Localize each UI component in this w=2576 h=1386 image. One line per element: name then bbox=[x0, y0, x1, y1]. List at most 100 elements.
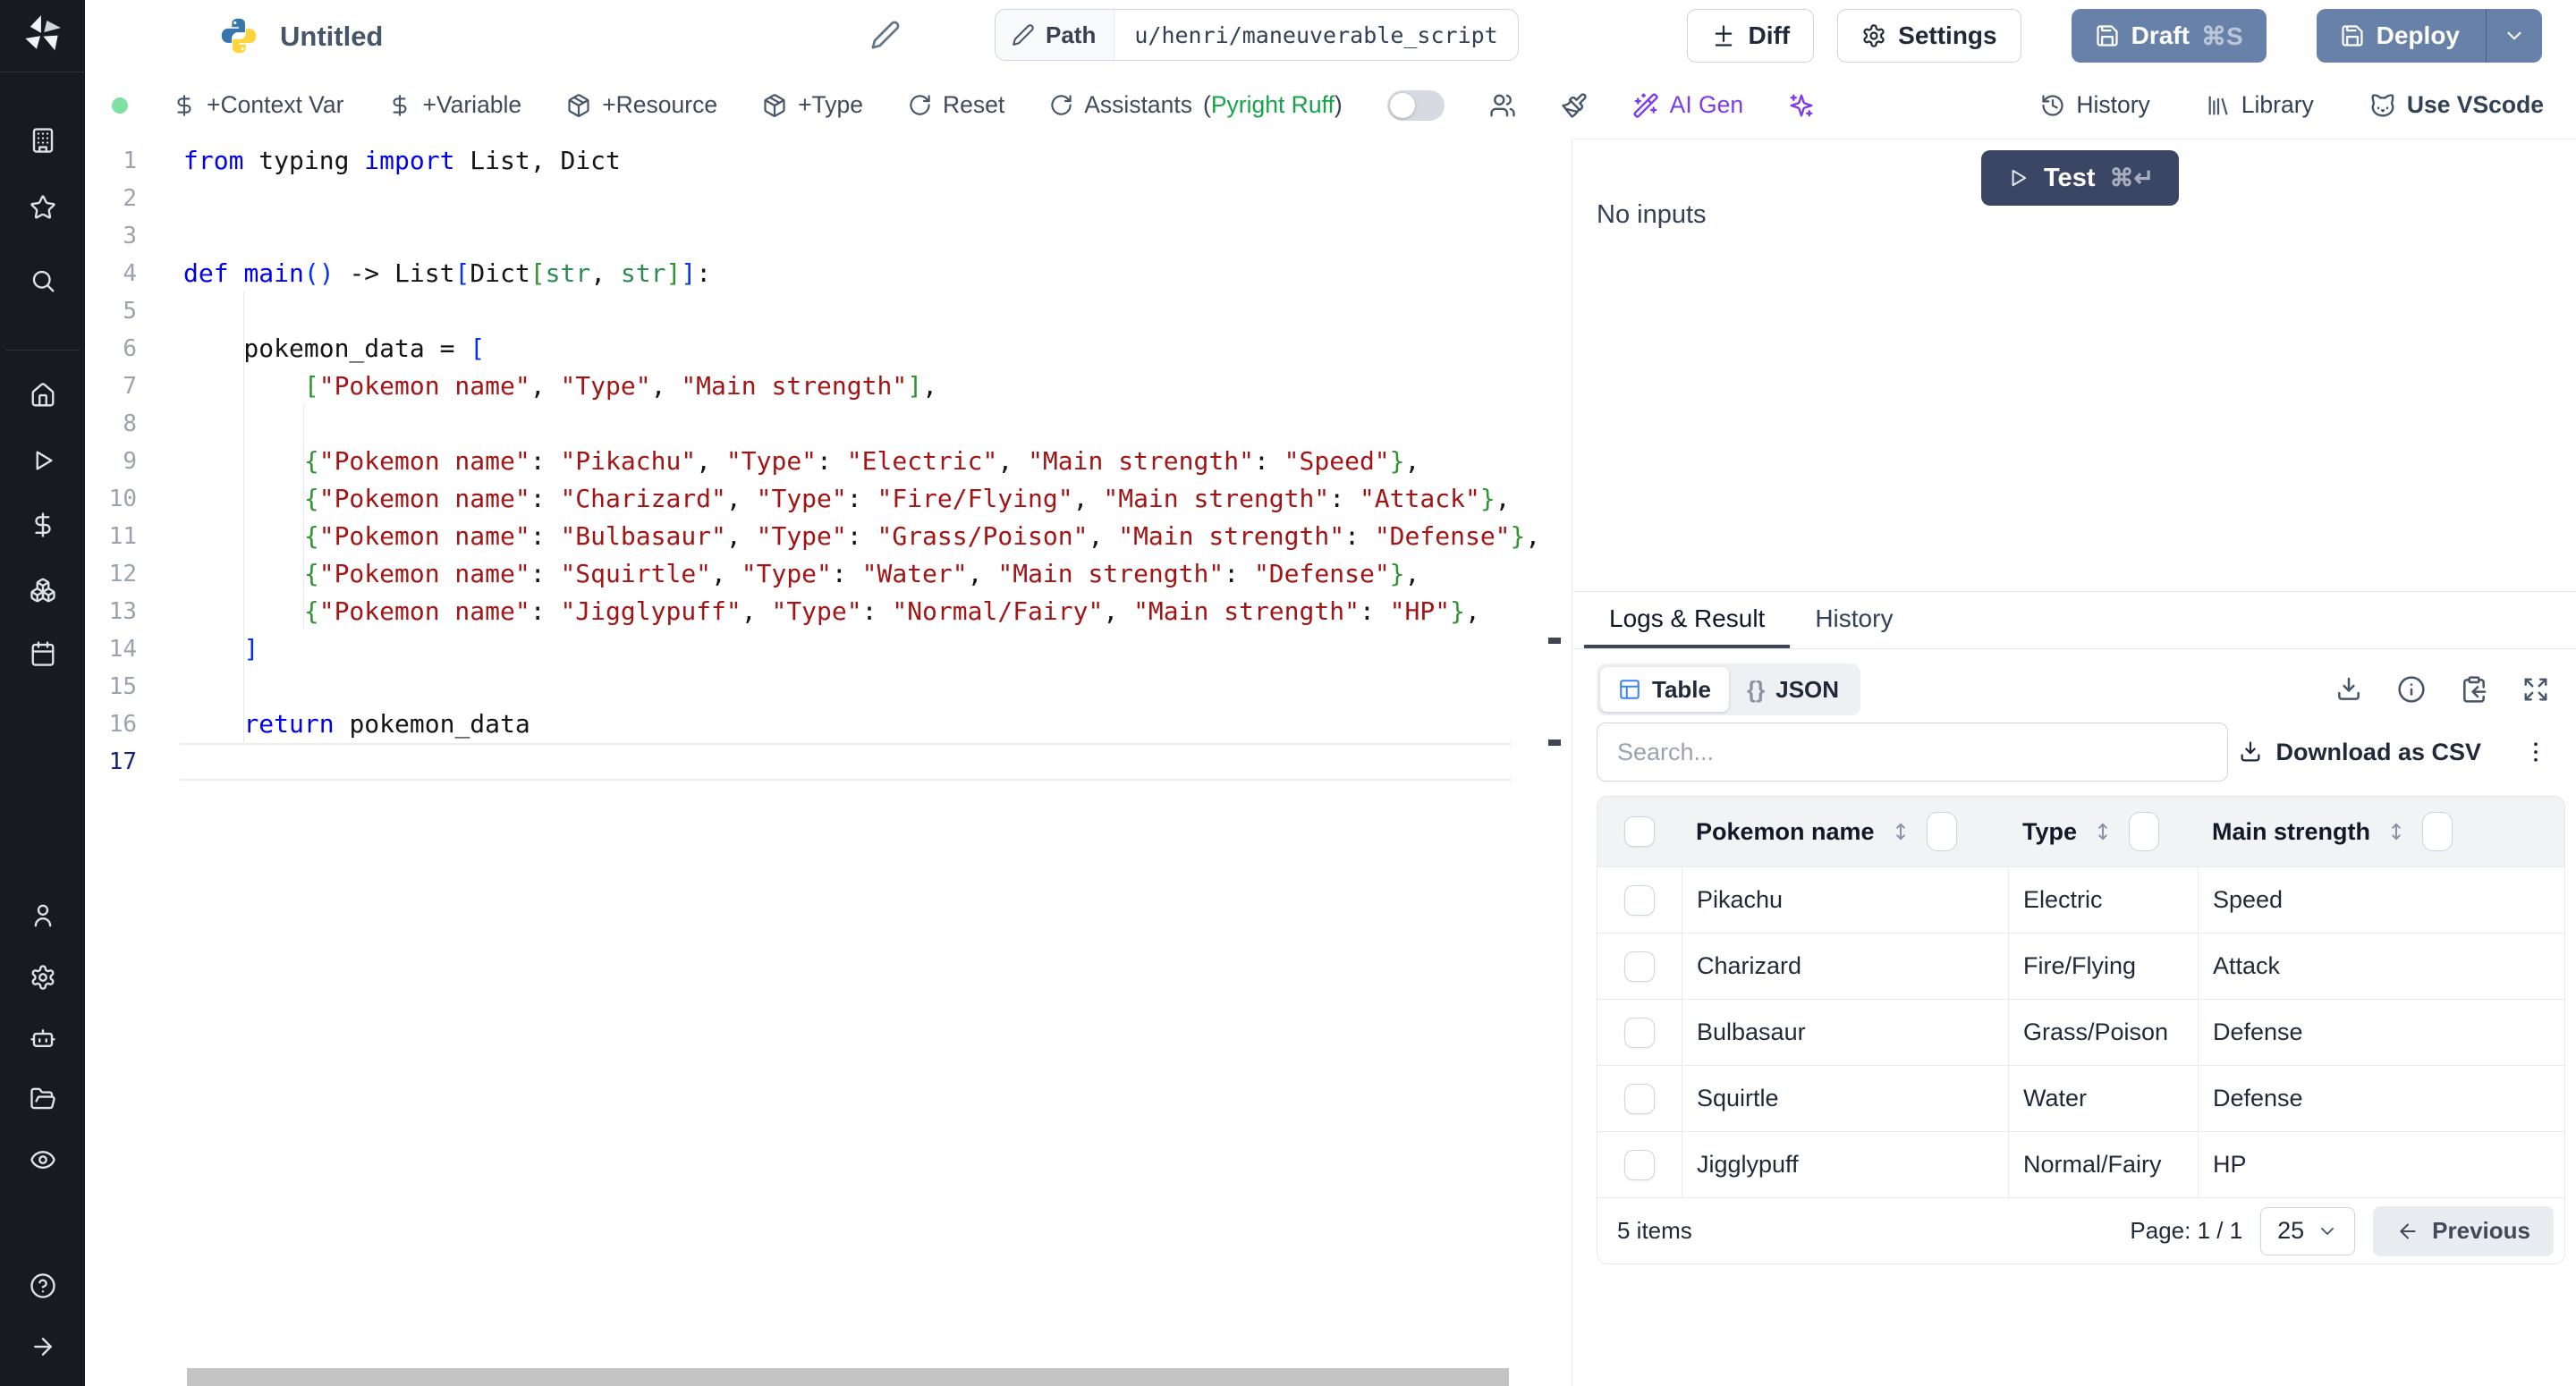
right-panel: Test ⌘↵ No inputs Logs & Result History … bbox=[1573, 139, 2576, 1386]
users-icon bbox=[1489, 92, 1516, 119]
folders-icon[interactable] bbox=[0, 1086, 85, 1112]
table-row[interactable]: SquirtleWaterDefense bbox=[1597, 1065, 2564, 1131]
reset-button[interactable]: Reset bbox=[908, 91, 1004, 119]
sort-icon[interactable] bbox=[2091, 820, 2114, 843]
tab-history[interactable]: History bbox=[1790, 592, 1918, 648]
add-context-var-button[interactable]: +Context Var bbox=[173, 91, 343, 119]
table-row[interactable]: PikachuElectricSpeed bbox=[1597, 866, 2564, 933]
horizontal-scrollbar[interactable] bbox=[187, 1368, 1509, 1386]
audit-logs-icon[interactable] bbox=[0, 1146, 85, 1173]
history-button[interactable]: History bbox=[2040, 91, 2149, 119]
sort-icon[interactable] bbox=[2385, 820, 2408, 843]
library-button[interactable]: Library bbox=[2206, 91, 2314, 119]
workspace-icon[interactable] bbox=[0, 127, 85, 154]
code-line[interactable] bbox=[85, 405, 1572, 443]
wand-icon bbox=[1632, 92, 1659, 119]
search-icon[interactable] bbox=[0, 267, 85, 294]
download-result-icon[interactable] bbox=[2334, 675, 2363, 704]
variables-icon[interactable] bbox=[0, 511, 85, 538]
code-line[interactable]: {"Pokemon name": "Charizard", "Type": "F… bbox=[85, 480, 1572, 518]
search-input[interactable] bbox=[1597, 723, 2228, 782]
table-footer: 5 items Page: 1 / 1 25 Previous bbox=[1597, 1197, 2564, 1263]
paintbrush-icon bbox=[1561, 92, 1588, 119]
edit-title-pencil-icon[interactable] bbox=[870, 20, 901, 55]
expand-icon[interactable] bbox=[2522, 676, 2549, 703]
row-checkbox[interactable] bbox=[1624, 951, 1655, 982]
schedules-icon[interactable] bbox=[0, 640, 85, 667]
column-filter-toggle[interactable] bbox=[2422, 812, 2453, 851]
table-menu-icon[interactable] bbox=[2522, 739, 2549, 765]
ai-sparkles-button[interactable] bbox=[1788, 92, 1815, 119]
code-line[interactable]: {"Pokemon name": "Squirtle", "Type": "Wa… bbox=[85, 555, 1572, 593]
column-filter-toggle[interactable] bbox=[2129, 812, 2159, 851]
users-icon[interactable] bbox=[0, 902, 85, 929]
code-line[interactable]: ] bbox=[85, 630, 1572, 668]
column-filter-toggle[interactable] bbox=[1927, 812, 1957, 851]
code-line[interactable]: pokemon_data = [ bbox=[85, 330, 1572, 368]
code-line[interactable]: {"Pokemon name": "Jigglypuff", "Type": "… bbox=[85, 593, 1572, 630]
code-editor[interactable]: 1234567891011121314151617 from typing im… bbox=[85, 139, 1572, 1386]
code-line[interactable] bbox=[85, 292, 1572, 330]
add-resource-button[interactable]: +Resource bbox=[566, 91, 717, 119]
ai-gen-button[interactable]: AI Gen bbox=[1632, 91, 1744, 119]
code-line[interactable]: def main() -> List[Dict[str, str]]: bbox=[85, 255, 1572, 292]
multiplayer-users-icon[interactable] bbox=[1489, 92, 1516, 119]
view-toggle-table[interactable]: Table bbox=[1600, 667, 1729, 712]
overview-ruler-mark bbox=[1548, 739, 1561, 746]
info-icon[interactable] bbox=[2397, 675, 2426, 704]
favorites-icon[interactable] bbox=[0, 194, 85, 221]
code-line[interactable]: {"Pokemon name": "Pikachu", "Type": "Ele… bbox=[85, 443, 1572, 480]
page-size-select[interactable]: 25 bbox=[2260, 1207, 2355, 1255]
deploy-dropdown[interactable] bbox=[2486, 9, 2542, 63]
assistants-status: Pyright Ruff bbox=[1211, 91, 1335, 118]
diff-button[interactable]: Diff bbox=[1687, 9, 1814, 63]
table-row[interactable]: BulbasaurGrass/PoisonDefense bbox=[1597, 999, 2564, 1065]
path-label: Path bbox=[1046, 21, 1096, 49]
add-type-button[interactable]: +Type bbox=[762, 91, 863, 119]
copy-to-clipboard-icon[interactable] bbox=[2460, 675, 2488, 704]
history-icon bbox=[2040, 93, 2065, 118]
format-button[interactable] bbox=[1561, 92, 1588, 119]
table-header-row: Pokemon nameTypeMain strength bbox=[1597, 797, 2564, 866]
code-line[interactable] bbox=[85, 668, 1572, 706]
test-button[interactable]: Test ⌘↵ bbox=[1981, 150, 2179, 206]
table-cell: Fire/Flying bbox=[2008, 934, 2198, 999]
sort-icon[interactable] bbox=[1889, 820, 1912, 843]
row-checkbox[interactable] bbox=[1624, 1084, 1655, 1114]
code-line[interactable]: {"Pokemon name": "Bulbasaur", "Type": "G… bbox=[85, 518, 1572, 555]
runs-icon[interactable] bbox=[0, 447, 85, 474]
code-line[interactable]: return pokemon_data bbox=[85, 706, 1572, 743]
draft-button[interactable]: Draft ⌘S bbox=[2072, 9, 2267, 63]
code-line[interactable] bbox=[85, 743, 1572, 781]
row-checkbox[interactable] bbox=[1624, 1150, 1655, 1180]
code-line[interactable] bbox=[85, 180, 1572, 217]
row-checkbox[interactable] bbox=[1624, 1018, 1655, 1048]
table-row[interactable]: CharizardFire/FlyingAttack bbox=[1597, 933, 2564, 999]
collapse-sidebar-icon[interactable] bbox=[0, 1333, 85, 1360]
resources-icon[interactable] bbox=[0, 577, 85, 604]
view-toggle-json[interactable]: {} JSON bbox=[1729, 667, 1857, 712]
workers-icon[interactable] bbox=[0, 1025, 85, 1052]
previous-page-button[interactable]: Previous bbox=[2373, 1206, 2554, 1256]
result-tabbar: Logs & Result History bbox=[1573, 592, 2576, 649]
column-header: Main strength bbox=[2198, 812, 2564, 851]
table-row[interactable]: JigglypuffNormal/FairyHP bbox=[1597, 1131, 2564, 1197]
help-icon[interactable] bbox=[0, 1272, 85, 1299]
multiplayer-toggle[interactable] bbox=[1387, 90, 1445, 121]
chevron-down-icon bbox=[2317, 1221, 2338, 1242]
code-line[interactable]: from typing import List, Dict bbox=[85, 142, 1572, 180]
path-field[interactable]: Path u/henri/maneuverable_script bbox=[995, 9, 1519, 61]
tab-logs-result[interactable]: Logs & Result bbox=[1584, 592, 1790, 648]
assistants-button[interactable]: Assistants (Pyright Ruff) bbox=[1049, 91, 1342, 119]
download-csv-button[interactable]: Download as CSV bbox=[2238, 739, 2481, 766]
code-line[interactable] bbox=[85, 217, 1572, 255]
use-vscode-button[interactable]: Use VScode bbox=[2369, 91, 2544, 119]
add-variable-button[interactable]: +Variable bbox=[388, 91, 521, 119]
settings-icon[interactable] bbox=[0, 964, 85, 991]
select-all-checkbox[interactable] bbox=[1624, 816, 1655, 847]
deploy-button[interactable]: Deploy bbox=[2317, 9, 2542, 63]
row-checkbox[interactable] bbox=[1624, 885, 1655, 916]
settings-button[interactable]: Settings bbox=[1837, 9, 2021, 63]
home-icon[interactable] bbox=[0, 382, 85, 409]
code-line[interactable]: ["Pokemon name", "Type", "Main strength"… bbox=[85, 368, 1572, 405]
